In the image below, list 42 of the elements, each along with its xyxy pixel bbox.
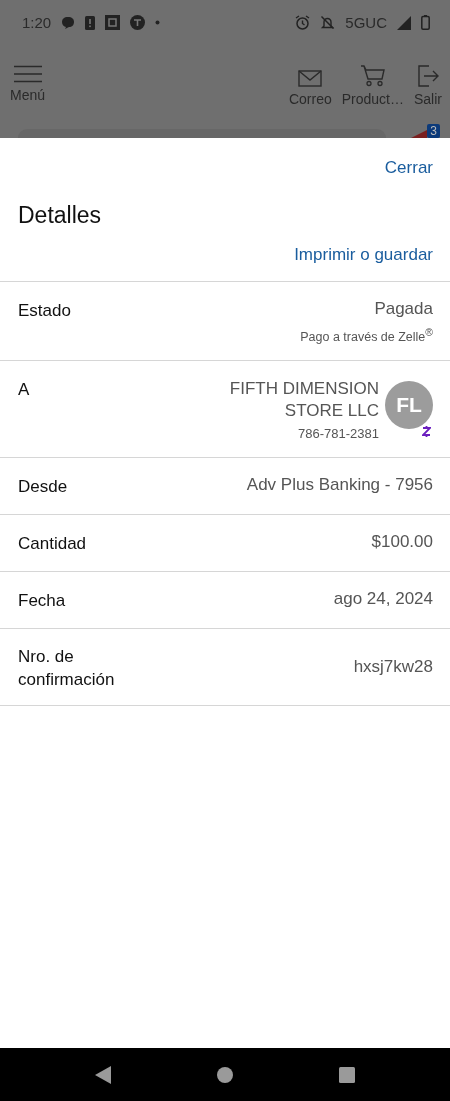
field-label: A — [18, 379, 31, 402]
square-app-icon — [105, 15, 121, 30]
battery-icon — [421, 15, 430, 30]
muted-bell-icon — [320, 15, 336, 30]
field-value: $100.00 — [371, 532, 433, 553]
details-title: Detalles — [18, 202, 103, 229]
menu-icon — [13, 65, 42, 83]
field-label: Estado — [18, 300, 72, 322]
notification-badge: 3 — [427, 124, 440, 138]
recipient-name: FIFTH DIMENSION STORE LLC — [228, 378, 379, 423]
network-label: 5GUC — [345, 14, 387, 31]
avatar-initials: FL — [385, 381, 433, 430]
z-icon — [422, 426, 431, 438]
recents-icon[interactable] — [339, 1066, 355, 1083]
mail-button[interactable]: Correo — [288, 70, 332, 107]
field-label: Desde — [18, 476, 69, 499]
alarm-icon — [295, 15, 311, 30]
logout-button[interactable]: Salir — [414, 65, 442, 107]
payment-note: Pago a través de Zelle$^{®}$ — [300, 327, 433, 345]
exit-icon — [417, 65, 439, 87]
field-value: hxsj7kw28 — [353, 657, 433, 678]
field-value: Adv Plus Banking - 7956 — [246, 475, 433, 496]
mail-icon — [298, 70, 323, 87]
field-label: Cantidad — [18, 533, 88, 556]
cart-icon — [360, 65, 385, 87]
round-app-icon — [130, 15, 146, 30]
field-label: Nro. de confirmación — [18, 646, 116, 692]
clock-time: 1:20 — [22, 14, 52, 31]
chat-bubble-icon — [61, 16, 76, 29]
phone-number: 786-781-2381 — [298, 426, 379, 442]
menu-button[interactable]: Menú — [10, 65, 46, 103]
print-save-link[interactable]: Imprimir o guardar — [294, 245, 433, 265]
field-label: Fecha — [18, 590, 67, 613]
status-value: Pagada — [374, 299, 433, 319]
products-button[interactable]: Product… — [341, 65, 404, 107]
home-icon[interactable] — [217, 1066, 233, 1083]
battery-alert-icon — [85, 15, 96, 30]
signal-icon — [397, 15, 411, 30]
back-icon[interactable] — [95, 1065, 111, 1084]
close-link[interactable]: Cerrar — [384, 158, 433, 178]
dot-icon — [155, 20, 161, 25]
field-value: ago 24, 2024 — [333, 589, 433, 610]
